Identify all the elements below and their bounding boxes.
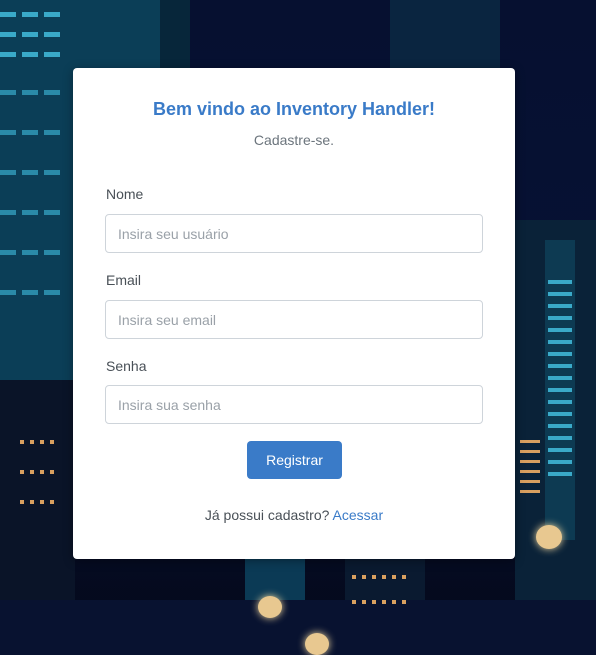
- page-title: Bem vindo ao Inventory Handler!: [152, 99, 436, 119]
- name-label: Nome: [106, 186, 144, 202]
- email-input[interactable]: [105, 300, 483, 339]
- login-prompt: Já possui cadastro? Acessar: [73, 507, 515, 523]
- password-label: Senha: [106, 358, 147, 374]
- email-label: Email: [106, 272, 142, 288]
- page-subtitle: Cadastre-se.: [253, 132, 335, 148]
- ground: [0, 600, 596, 655]
- register-card: Bem vindo ao Inventory Handler! Cadastre…: [73, 68, 515, 559]
- name-input[interactable]: [105, 214, 483, 253]
- register-button[interactable]: Registrar: [247, 441, 342, 479]
- login-prompt-text: Já possui cadastro?: [204, 507, 330, 523]
- login-link[interactable]: Acessar: [333, 507, 384, 523]
- password-input[interactable]: [105, 385, 483, 424]
- building: [390, 0, 500, 70]
